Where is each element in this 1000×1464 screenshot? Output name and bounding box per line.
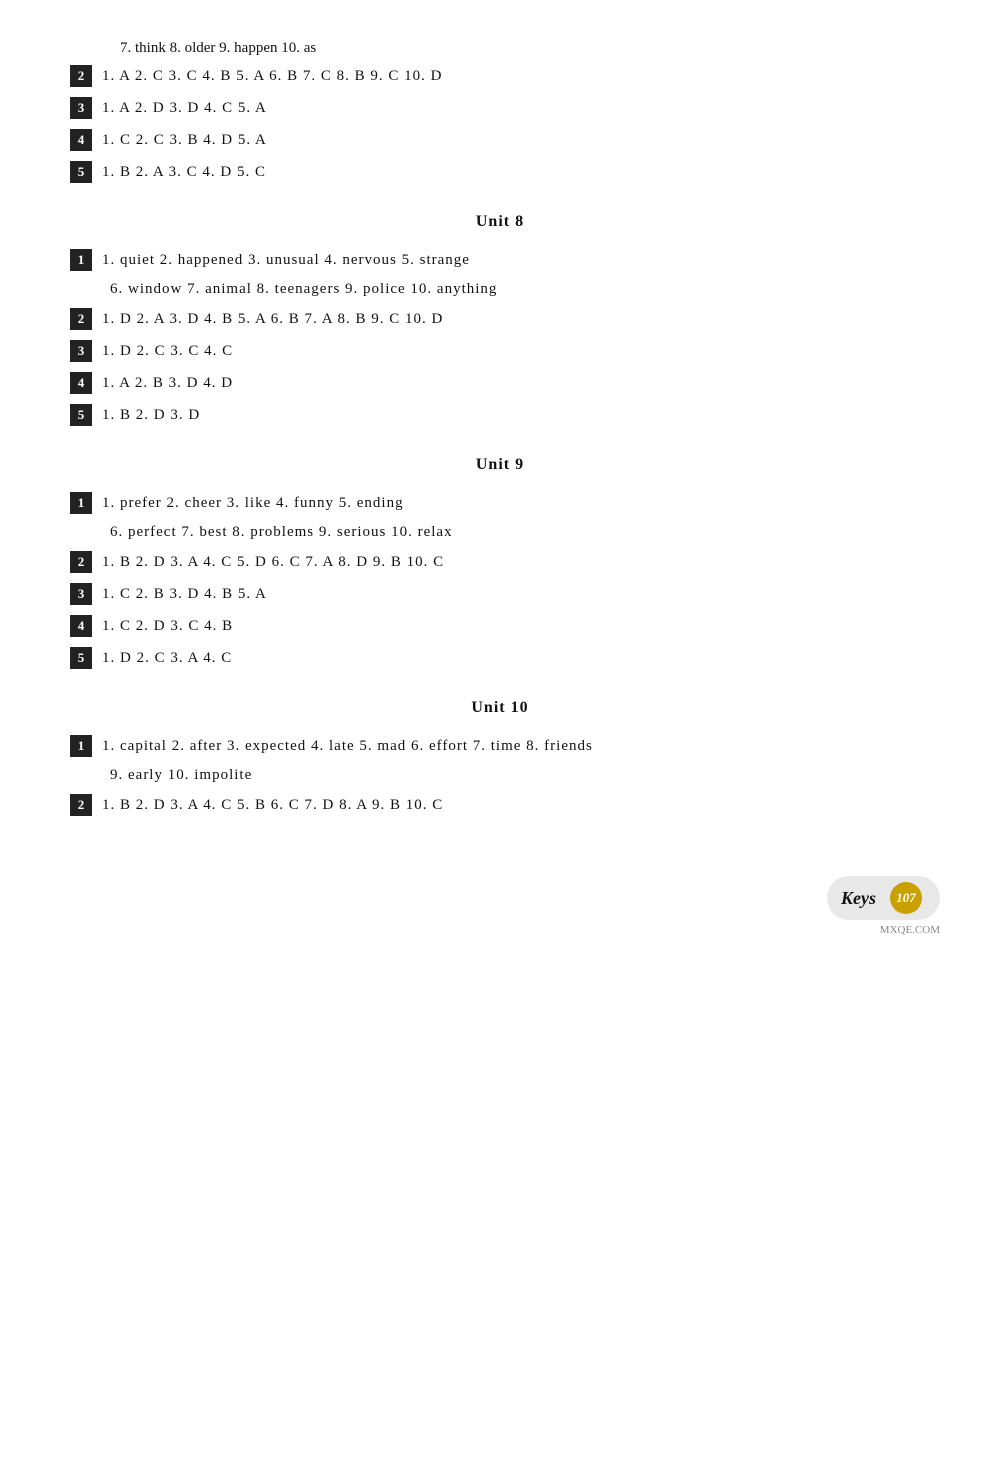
unit7-q3: 1. A 2. D 3. D 4. C 5. A bbox=[102, 100, 267, 117]
badge-5: 5 bbox=[70, 647, 92, 669]
badge-2: 2 bbox=[70, 65, 92, 87]
badge-2: 2 bbox=[70, 308, 92, 330]
unit8-q3-row: 3 1. D 2. C 3. C 4. C bbox=[60, 340, 940, 362]
unit9-q5-row: 5 1. D 2. C 3. A 4. C bbox=[60, 647, 940, 669]
unit9-section: Unit 9 1 1. prefer 2. cheer 3. like 4. f… bbox=[60, 456, 940, 669]
unit10-q2: 1. B 2. D 3. A 4. C 5. B 6. C 7. D 8. A … bbox=[102, 797, 443, 814]
badge-5: 5 bbox=[70, 404, 92, 426]
unit7-q5-row: 5 1. B 2. A 3. C 4. D 5. C bbox=[60, 161, 940, 183]
unit10-q1-row: 1 1. capital 2. after 3. expected 4. lat… bbox=[60, 735, 940, 757]
mxqe-label: MXQE.COM bbox=[60, 924, 940, 936]
unit10-q1-l1: 1. capital 2. after 3. expected 4. late … bbox=[102, 738, 593, 755]
badge-4: 4 bbox=[70, 129, 92, 151]
unit8-q2: 1. D 2. A 3. D 4. B 5. A 6. B 7. A 8. B … bbox=[102, 311, 443, 328]
unit9-q4: 1. C 2. D 3. C 4. B bbox=[102, 618, 233, 635]
keys-badge: Keys 107 bbox=[827, 876, 940, 920]
badge-3: 3 bbox=[70, 583, 92, 605]
unit7-q4: 1. C 2. C 3. B 4. D 5. A bbox=[102, 132, 267, 149]
unit7-q2-row: 2 1. A 2. C 3. C 4. B 5. A 6. B 7. C 8. … bbox=[60, 65, 940, 87]
intro-line: 7. think 8. older 9. happen 10. as bbox=[60, 40, 940, 57]
unit8-q4-row: 4 1. A 2. B 3. D 4. D bbox=[60, 372, 940, 394]
badge-2: 2 bbox=[70, 551, 92, 573]
badge-3: 3 bbox=[70, 340, 92, 362]
unit9-q4-row: 4 1. C 2. D 3. C 4. B bbox=[60, 615, 940, 637]
unit9-q1-row: 1 1. prefer 2. cheer 3. like 4. funny 5.… bbox=[60, 492, 940, 514]
unit9-title: Unit 9 bbox=[60, 456, 940, 474]
page-number: 107 bbox=[890, 882, 922, 914]
unit10-q1-l2: 9. early 10. impolite bbox=[110, 767, 252, 784]
badge-1: 1 bbox=[70, 249, 92, 271]
unit9-q1-l2: 6. perfect 7. best 8. problems 9. seriou… bbox=[110, 524, 453, 541]
unit8-q2-row: 2 1. D 2. A 3. D 4. B 5. A 6. B 7. A 8. … bbox=[60, 308, 940, 330]
unit9-q2: 1. B 2. D 3. A 4. C 5. D 6. C 7. A 8. D … bbox=[102, 554, 444, 571]
unit7-q2: 1. A 2. C 3. C 4. B 5. A 6. B 7. C 8. B … bbox=[102, 68, 442, 85]
unit10-title: Unit 10 bbox=[60, 699, 940, 717]
badge-4: 4 bbox=[70, 615, 92, 637]
unit8-q5-row: 5 1. B 2. D 3. D bbox=[60, 404, 940, 426]
unit10-q2-row: 2 1. B 2. D 3. A 4. C 5. B 6. C 7. D 8. … bbox=[60, 794, 940, 816]
unit9-q1-row2: 6. perfect 7. best 8. problems 9. seriou… bbox=[60, 524, 940, 541]
unit8-section: Unit 8 1 1. quiet 2. happened 3. unusual… bbox=[60, 213, 940, 426]
badge-3: 3 bbox=[70, 97, 92, 119]
unit8-title: Unit 8 bbox=[60, 213, 940, 231]
badge-1: 1 bbox=[70, 735, 92, 757]
unit8-q1-l2: 6. window 7. animal 8. teenagers 9. poli… bbox=[110, 281, 497, 298]
unit10-q1-row2: 9. early 10. impolite bbox=[60, 767, 940, 784]
unit8-q1-l1: 1. quiet 2. happened 3. unusual 4. nervo… bbox=[102, 252, 470, 269]
unit9-q2-row: 2 1. B 2. D 3. A 4. C 5. D 6. C 7. A 8. … bbox=[60, 551, 940, 573]
unit7-q4-row: 4 1. C 2. C 3. B 4. D 5. A bbox=[60, 129, 940, 151]
unit8-q1-row2: 6. window 7. animal 8. teenagers 9. poli… bbox=[60, 281, 940, 298]
unit9-q1-l1: 1. prefer 2. cheer 3. like 4. funny 5. e… bbox=[102, 495, 404, 512]
unit9-q3-row: 3 1. C 2. B 3. D 4. B 5. A bbox=[60, 583, 940, 605]
intro-text: 7. think 8. older 9. happen 10. as bbox=[120, 40, 316, 57]
unit9-q3: 1. C 2. B 3. D 4. B 5. A bbox=[102, 586, 267, 603]
keys-label: Keys bbox=[841, 888, 876, 909]
unit7-q5: 1. B 2. A 3. C 4. D 5. C bbox=[102, 164, 266, 181]
badge-1: 1 bbox=[70, 492, 92, 514]
badge-4: 4 bbox=[70, 372, 92, 394]
unit9-q5: 1. D 2. C 3. A 4. C bbox=[102, 650, 232, 667]
footer: Keys 107 MXQE.COM bbox=[60, 876, 940, 936]
unit10-section: Unit 10 1 1. capital 2. after 3. expecte… bbox=[60, 699, 940, 816]
unit8-q4: 1. A 2. B 3. D 4. D bbox=[102, 375, 233, 392]
unit8-q3: 1. D 2. C 3. C 4. C bbox=[102, 343, 233, 360]
badge-2: 2 bbox=[70, 794, 92, 816]
badge-5: 5 bbox=[70, 161, 92, 183]
unit8-q1-row: 1 1. quiet 2. happened 3. unusual 4. ner… bbox=[60, 249, 940, 271]
unit7-q3-row: 3 1. A 2. D 3. D 4. C 5. A bbox=[60, 97, 940, 119]
unit8-q5: 1. B 2. D 3. D bbox=[102, 407, 200, 424]
